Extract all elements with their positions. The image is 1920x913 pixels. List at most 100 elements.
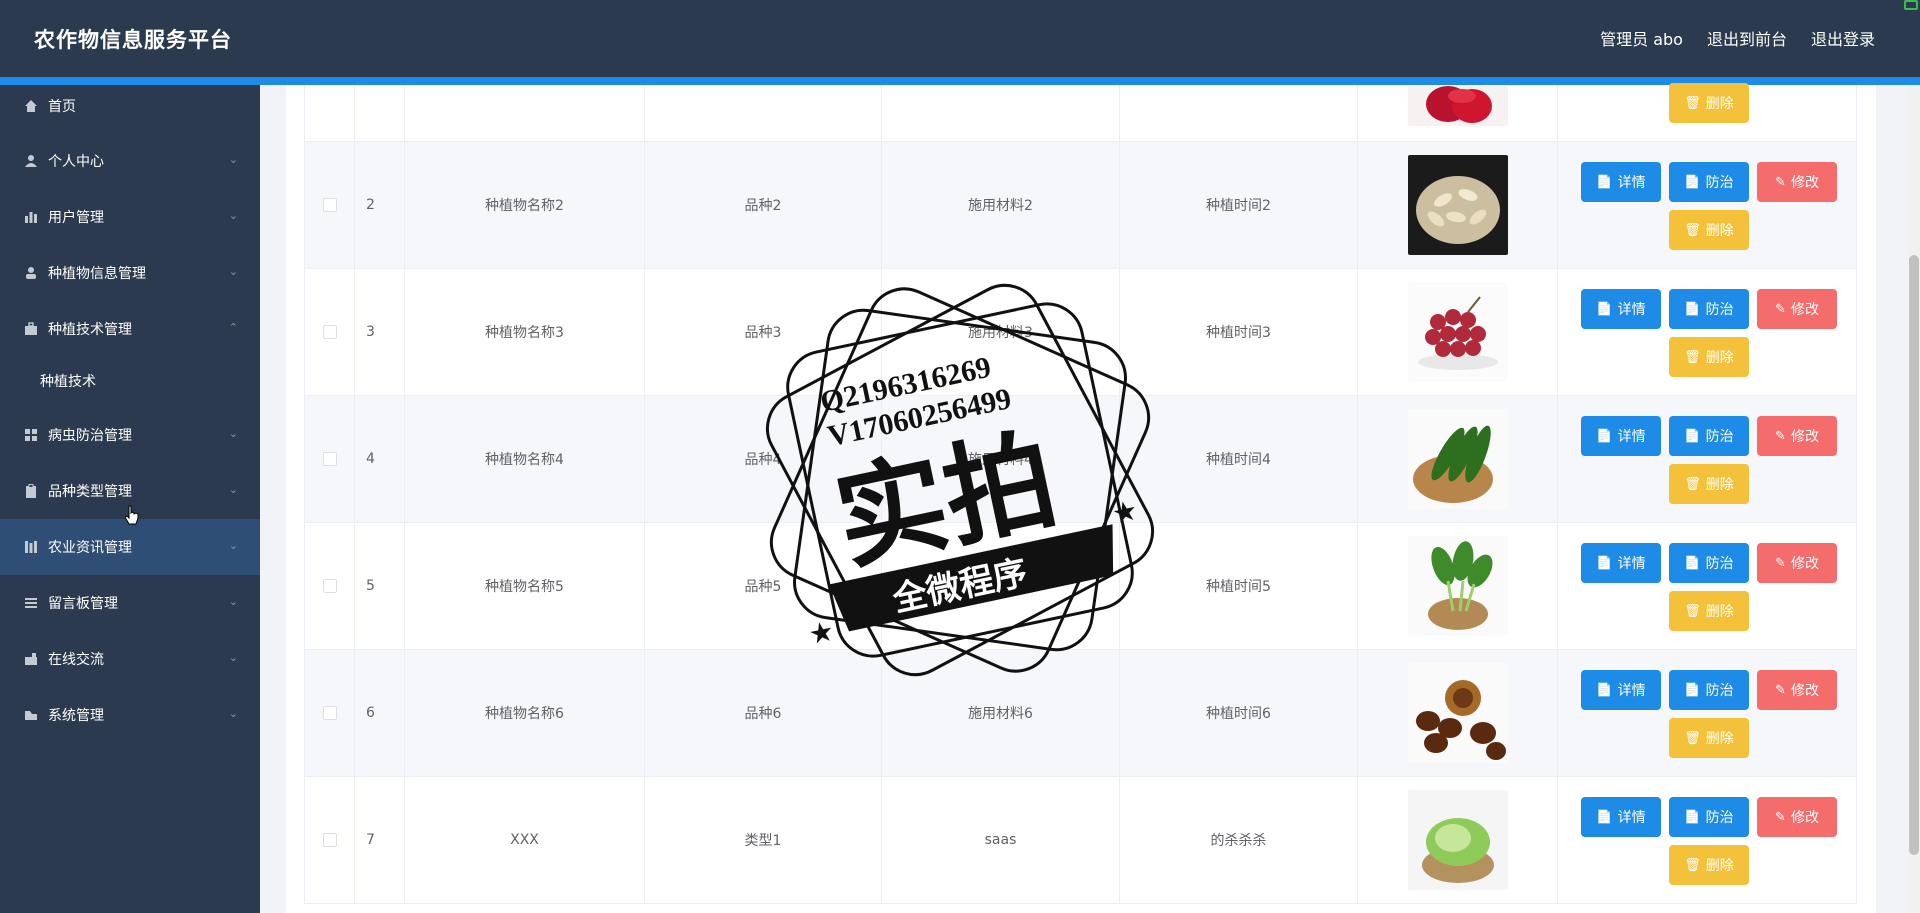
delete-button[interactable]: 🗑 删除	[1669, 718, 1749, 758]
trash-icon: 🗑	[1684, 95, 1701, 111]
detail-button[interactable]: 📄 详情	[1581, 289, 1661, 329]
chevron-down-icon: ⌄	[228, 265, 238, 278]
document-icon: 📄	[1596, 174, 1613, 190]
bar-icon	[22, 538, 40, 556]
prevent-button[interactable]: 📄 防治	[1669, 162, 1749, 202]
delete-button[interactable]: 🗑 删除	[1669, 210, 1749, 250]
plant-time-cell: 种植时间2	[1120, 142, 1358, 268]
sidebar-item-label: 农业资讯管理	[48, 540, 132, 556]
submenu-item-label: 种植技术	[40, 374, 96, 390]
home-icon	[22, 97, 40, 115]
lettuce-thumbnail	[1407, 790, 1508, 890]
prevent-button[interactable]: 📄 防治	[1669, 543, 1749, 583]
chevron-up-icon: ⌃	[228, 321, 238, 334]
document-icon: 📄	[1684, 174, 1701, 190]
document-icon: 📄	[1596, 682, 1613, 698]
chevron-down-icon: ⌄	[228, 427, 238, 440]
sidebar-item-system[interactable]: 系统管理 ⌄	[0, 687, 260, 743]
sidebar-item-label: 用户管理	[48, 210, 104, 226]
sidebar-item-label: 系统管理	[48, 708, 104, 724]
sidebar-item-label: 留言板管理	[48, 596, 118, 612]
header-accent-bar	[0, 77, 1920, 85]
sidebar-item-pest[interactable]: 病虫防治管理 ⌄	[0, 407, 260, 463]
prevent-button[interactable]: 📄 防治	[1669, 670, 1749, 710]
delete-button[interactable]: 🗑 删除	[1669, 591, 1749, 631]
material-cell: saas	[882, 777, 1120, 903]
variety-cell: 品种2	[645, 142, 882, 268]
sidebar-item-tech[interactable]: 种植技术管理 ⌃	[0, 301, 260, 357]
chevron-down-icon: ⌄	[228, 707, 238, 720]
prevent-button[interactable]: 📄 防治	[1669, 416, 1749, 456]
detail-button[interactable]: 📄 详情	[1581, 543, 1661, 583]
sidebar-item-profile[interactable]: 个人中心 ⌄	[0, 133, 260, 189]
chevron-down-icon: ⌄	[228, 539, 238, 552]
row-checkbox[interactable]	[322, 579, 337, 593]
delete-button[interactable]: 🗑 删除	[1669, 845, 1749, 885]
edit-icon: ✎	[1775, 555, 1786, 571]
delete-button[interactable]: 🗑 删除	[1669, 337, 1749, 377]
edit-button[interactable]: ✎ 修改	[1757, 416, 1837, 456]
sidebar-item-label: 种植技术管理	[48, 322, 132, 338]
plant-name-cell: 种植物名称6	[405, 650, 645, 776]
chevron-down-icon: ⌄	[228, 153, 238, 166]
detail-button[interactable]: 📄 详情	[1581, 416, 1661, 456]
scrollbar-thumb[interactable]	[1909, 255, 1919, 855]
grid-icon	[22, 426, 40, 444]
app-title: 农作物信息服务平台	[34, 28, 232, 52]
sidebar-item-news[interactable]: 农业资讯管理 ⌄	[0, 519, 260, 575]
submenu-item-tech[interactable]: 种植技术	[0, 356, 260, 406]
prevent-button[interactable]: 📄 防治	[1669, 289, 1749, 329]
row-checkbox[interactable]	[322, 833, 337, 847]
document-icon: 📄	[1684, 428, 1701, 444]
detail-button[interactable]: 📄 详情	[1581, 162, 1661, 202]
sidebar-item-chat[interactable]: 在线交流 ⌄	[0, 631, 260, 687]
edit-button[interactable]: ✎ 修改	[1757, 543, 1837, 583]
edit-button[interactable]: ✎ 修改	[1757, 670, 1837, 710]
row-checkbox[interactable]	[322, 325, 337, 339]
edit-button[interactable]: ✎ 修改	[1757, 289, 1837, 329]
greens-thumbnail	[1407, 536, 1508, 636]
pumpkin-seeds-thumbnail	[1407, 155, 1508, 255]
admin-label: 管理员 abo	[1600, 30, 1683, 49]
sidebar-item-home[interactable]: 首页	[0, 78, 260, 134]
user-icon	[22, 152, 40, 170]
trash-icon: 🗑	[1684, 857, 1701, 873]
detail-button[interactable]: 📄 详情	[1581, 797, 1661, 837]
chart-icon	[22, 208, 40, 226]
document-icon: 📄	[1596, 555, 1613, 571]
document-icon: 📄	[1596, 809, 1613, 825]
sidebar-item-plant-info[interactable]: 种植物信息管理 ⌄	[0, 245, 260, 301]
delete-button[interactable]: 🗑 删除	[1669, 464, 1749, 504]
cucumbers-thumbnail	[1407, 409, 1508, 509]
row-checkbox[interactable]	[322, 706, 337, 720]
row-checkbox[interactable]	[322, 198, 337, 212]
svg-text:★: ★	[1109, 493, 1140, 530]
material-cell: 施用材料2	[882, 142, 1120, 268]
edit-button[interactable]: ✎ 修改	[1757, 797, 1837, 837]
person-icon	[22, 264, 40, 282]
plant-name-cell: 种植物名称4	[405, 396, 645, 522]
plant-name-cell: 种植物名称5	[405, 523, 645, 649]
row-index: 7	[355, 777, 405, 903]
document-icon: 📄	[1596, 428, 1613, 444]
list-icon	[22, 594, 40, 612]
prevent-button[interactable]: 📄 防治	[1669, 797, 1749, 837]
to-front-link[interactable]: 退出到前台	[1707, 26, 1787, 50]
logout-link[interactable]: 退出登录	[1811, 26, 1875, 50]
sidebar-item-message-board[interactable]: 留言板管理 ⌄	[0, 575, 260, 631]
window-indicator-icon	[1904, 0, 1918, 10]
row-checkbox[interactable]	[322, 452, 337, 466]
delete-button[interactable]: 🗑 删除	[1669, 83, 1749, 123]
edit-button[interactable]: ✎ 修改	[1757, 162, 1837, 202]
grapes-thumbnail	[1407, 282, 1508, 382]
detail-button[interactable]: 📄 详情	[1581, 670, 1661, 710]
sidebar-item-label: 病虫防治管理	[48, 428, 132, 444]
sidebar-item-users[interactable]: 用户管理 ⌄	[0, 189, 260, 245]
sidebar: 首页 个人中心 ⌄ 用户管理 ⌄ 种植物信息管理 ⌄ 种植技术管理 ⌃ 种植技术	[0, 85, 260, 913]
trash-icon: 🗑	[1684, 476, 1701, 492]
document-icon: 📄	[1684, 555, 1701, 571]
plant-name-cell: XXX	[405, 777, 645, 903]
sidebar-item-label: 种植物信息管理	[48, 266, 146, 282]
row-index: 6	[355, 650, 405, 776]
chevron-down-icon: ⌄	[228, 595, 238, 608]
